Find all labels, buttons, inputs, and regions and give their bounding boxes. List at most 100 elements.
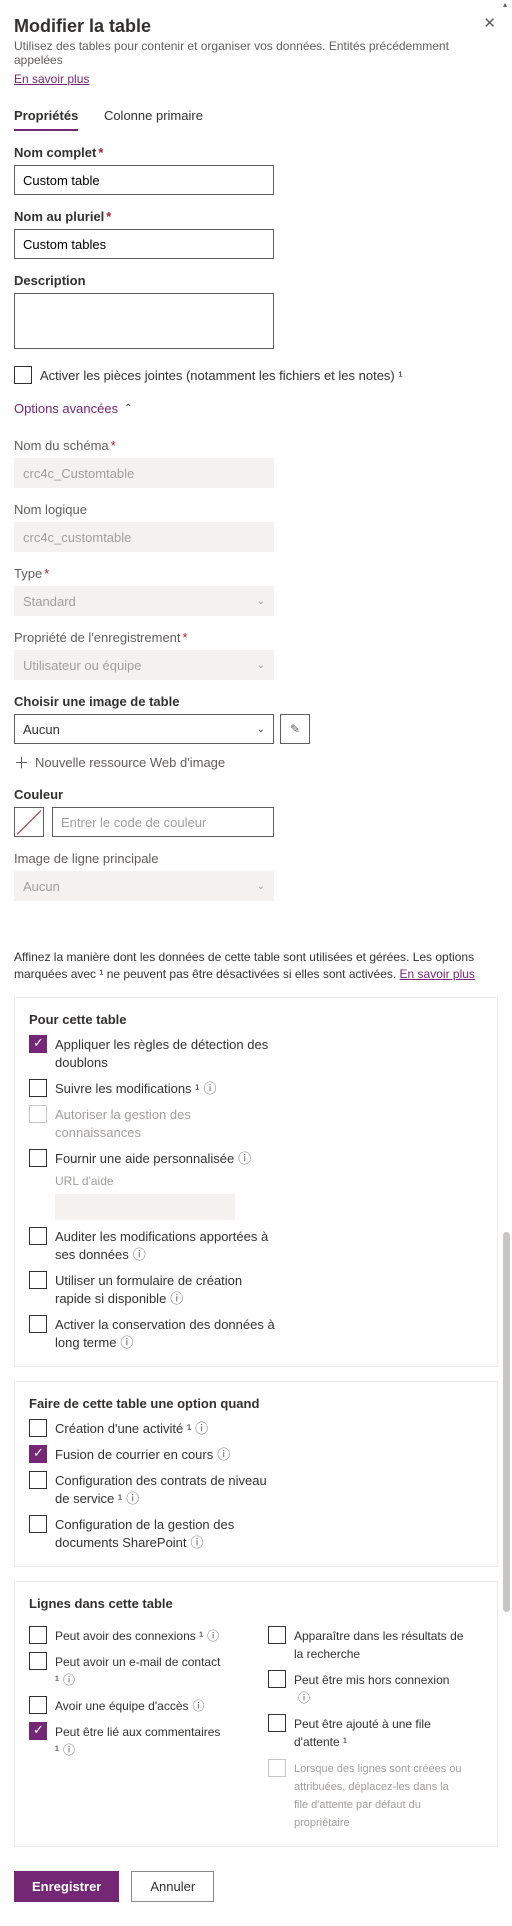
info-icon[interactable]: ⓘ [193,1697,205,1715]
mail-merge-checkbox[interactable] [29,1445,47,1463]
type-label: Type* [14,566,498,581]
chevron-down-icon: ⌄ [257,660,265,671]
tab-properties[interactable]: Propriétés [14,102,78,131]
card-rows-in-table: Lignes dans cette table Peut avoir des c… [14,1581,498,1847]
info-icon[interactable]: ⓘ [204,1080,217,1098]
connections-checkbox[interactable] [29,1626,47,1644]
plus-icon: ＋ [14,752,29,773]
schema-name-input [14,458,274,488]
knowledge-checkbox [29,1105,47,1123]
quick-create-label: Utiliser un formulaire de création rapid… [55,1271,275,1308]
chevron-down-icon: ⌄ [257,724,265,735]
description-label: Description [14,273,498,288]
table-image-select[interactable]: Aucun⌄ [14,714,274,744]
offline-label: Peut être mis hors connexionⓘ [294,1670,464,1707]
color-input[interactable] [52,807,274,837]
scrollbar-thumb[interactable] [503,1232,510,1612]
tab-primary-column[interactable]: Colonne primaire [104,102,203,129]
type-select: Standard⌄ [14,586,274,616]
chevron-down-icon: ⌄ [257,881,265,892]
contact-email-label: Peut avoir un e-mail de contact ¹ⓘ [55,1652,225,1689]
learn-more-link[interactable]: En savoir plus [14,72,89,86]
help-url-input [55,1194,235,1220]
retention-checkbox[interactable] [29,1315,47,1333]
display-name-label: Nom complet* [14,145,498,160]
panel-subtitle: Utilisez des tables pour contenir et org… [14,39,498,67]
dup-detection-checkbox[interactable] [29,1035,47,1053]
queue-default-checkbox [268,1759,286,1777]
track-changes-label: Suivre les modifications ¹ⓘ [55,1079,217,1098]
activity-label: Création d'une activité ¹ⓘ [55,1419,208,1438]
info-icon[interactable]: ⓘ [133,1246,146,1264]
dup-detection-label: Appliquer les règles de détection des do… [55,1035,275,1072]
cancel-button[interactable]: Annuler [131,1871,214,1902]
advanced-options-toggle[interactable]: Options avancées⌃ [14,401,132,416]
display-name-input[interactable] [14,165,274,195]
card-title: Faire de cette table une option quand [29,1396,483,1411]
queue-checkbox[interactable] [268,1714,286,1732]
plural-name-input[interactable] [14,229,274,259]
custom-help-checkbox[interactable] [29,1149,47,1167]
new-web-resource-link[interactable]: ＋Nouvelle ressource Web d'image [14,752,225,773]
chevron-up-icon: ⌃ [124,403,132,414]
sla-checkbox[interactable] [29,1471,47,1489]
info-icon[interactable]: ⓘ [126,1490,139,1508]
custom-help-label: Fournir une aide personnaliséeⓘ [55,1149,251,1168]
refine-text: Affinez la manière dont les données de c… [14,950,475,981]
logical-name-label: Nom logique [14,502,498,517]
contact-email-checkbox[interactable] [29,1652,47,1670]
ownership-select: Utilisateur ou équipe⌄ [14,650,274,680]
access-team-checkbox[interactable] [29,1696,47,1714]
track-changes-checkbox[interactable] [29,1079,47,1097]
description-input[interactable] [14,293,274,349]
primary-image-label: Image de ligne principale [14,851,498,866]
edit-image-button[interactable]: ✎ [280,714,310,744]
attachments-label: Activer les pièces jointes (notamment le… [40,366,403,385]
logical-name-input [14,522,274,552]
info-icon[interactable]: ⓘ [207,1627,219,1645]
quick-create-checkbox[interactable] [29,1271,47,1289]
info-icon[interactable]: ⓘ [170,1290,183,1308]
info-icon[interactable]: ⓘ [195,1420,208,1438]
sla-label: Configuration des contrats de niveau de … [55,1471,275,1508]
info-icon[interactable]: ⓘ [63,1671,75,1689]
schema-name-label: Nom du schéma* [14,438,498,453]
plural-name-label: Nom au pluriel* [14,209,498,224]
card-for-this-table: Pour cette table Appliquer les règles de… [14,997,498,1367]
close-icon[interactable]: ✕ [483,14,496,32]
card-title: Lignes dans cette table [29,1596,483,1611]
primary-image-select: Aucun⌄ [14,871,274,901]
feedback-checkbox[interactable] [29,1722,47,1740]
card-make-option-when: Faire de cette table une option quand Cr… [14,1381,498,1567]
info-icon[interactable]: ⓘ [120,1334,133,1352]
attachments-checkbox[interactable] [14,366,32,384]
audit-checkbox[interactable] [29,1227,47,1245]
audit-label: Auditer les modifications apportées à se… [55,1227,275,1264]
info-icon[interactable]: ⓘ [63,1741,75,1759]
mail-merge-label: Fusion de courrier en coursⓘ [55,1445,230,1464]
search-checkbox[interactable] [268,1626,286,1644]
knowledge-label: Autoriser la gestion des connaissances [55,1105,275,1142]
save-button[interactable]: Enregistrer [14,1871,119,1902]
queue-note-label: Lorsque des lignes sont créées ou attrib… [294,1759,464,1832]
search-label: Apparaître dans les résultats de la rech… [294,1626,464,1663]
offline-checkbox[interactable] [268,1670,286,1688]
retention-label: Activer la conservation des données à lo… [55,1315,275,1352]
access-team-label: Avoir une équipe d'accèsⓘ [55,1696,205,1715]
feedback-label: Peut être lié aux commentaires ¹ⓘ [55,1722,225,1759]
sharepoint-checkbox[interactable] [29,1515,47,1533]
refine-learn-more-link[interactable]: En savoir plus [400,967,475,981]
sharepoint-label: Configuration de la gestion des document… [55,1515,275,1552]
ownership-label: Propriété de l'enregistrement* [14,630,498,645]
queue-label: Peut être ajouté à une file d'attente ¹ [294,1714,464,1751]
info-icon[interactable]: ⓘ [217,1446,230,1464]
table-image-label: Choisir une image de table [14,694,498,709]
help-url-label: URL d'aide [55,1174,483,1188]
info-icon[interactable]: ⓘ [238,1150,251,1168]
info-icon[interactable]: ⓘ [191,1534,204,1552]
color-swatch[interactable] [14,807,44,837]
activity-checkbox[interactable] [29,1419,47,1437]
color-label: Couleur [14,787,498,802]
connections-label: Peut avoir des connexions ¹ⓘ [55,1626,219,1645]
info-icon[interactable]: ⓘ [298,1689,310,1707]
